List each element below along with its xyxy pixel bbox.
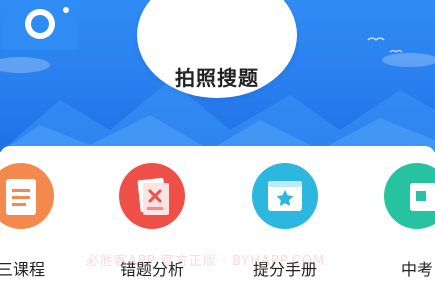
star-book-icon [252, 163, 318, 229]
watermark: 必胜客APP 官方正版 · BYHAPP.COM [86, 254, 326, 269]
hero-label: 拍照搜题 [175, 66, 259, 90]
wrong-question-icon [119, 163, 185, 229]
feature-middle-exam-label: 中考 [400, 260, 433, 279]
document-icon [0, 163, 54, 229]
green-card-icon [384, 163, 435, 229]
camera-icon [2, 0, 78, 50]
feature-courses-label: 三课程 [0, 260, 45, 279]
feature-middle-exam[interactable]: 中考 [362, 146, 435, 281]
feature-courses[interactable]: 三课程 [0, 146, 76, 281]
hero-banner: 拍照搜题 [0, 0, 435, 152]
